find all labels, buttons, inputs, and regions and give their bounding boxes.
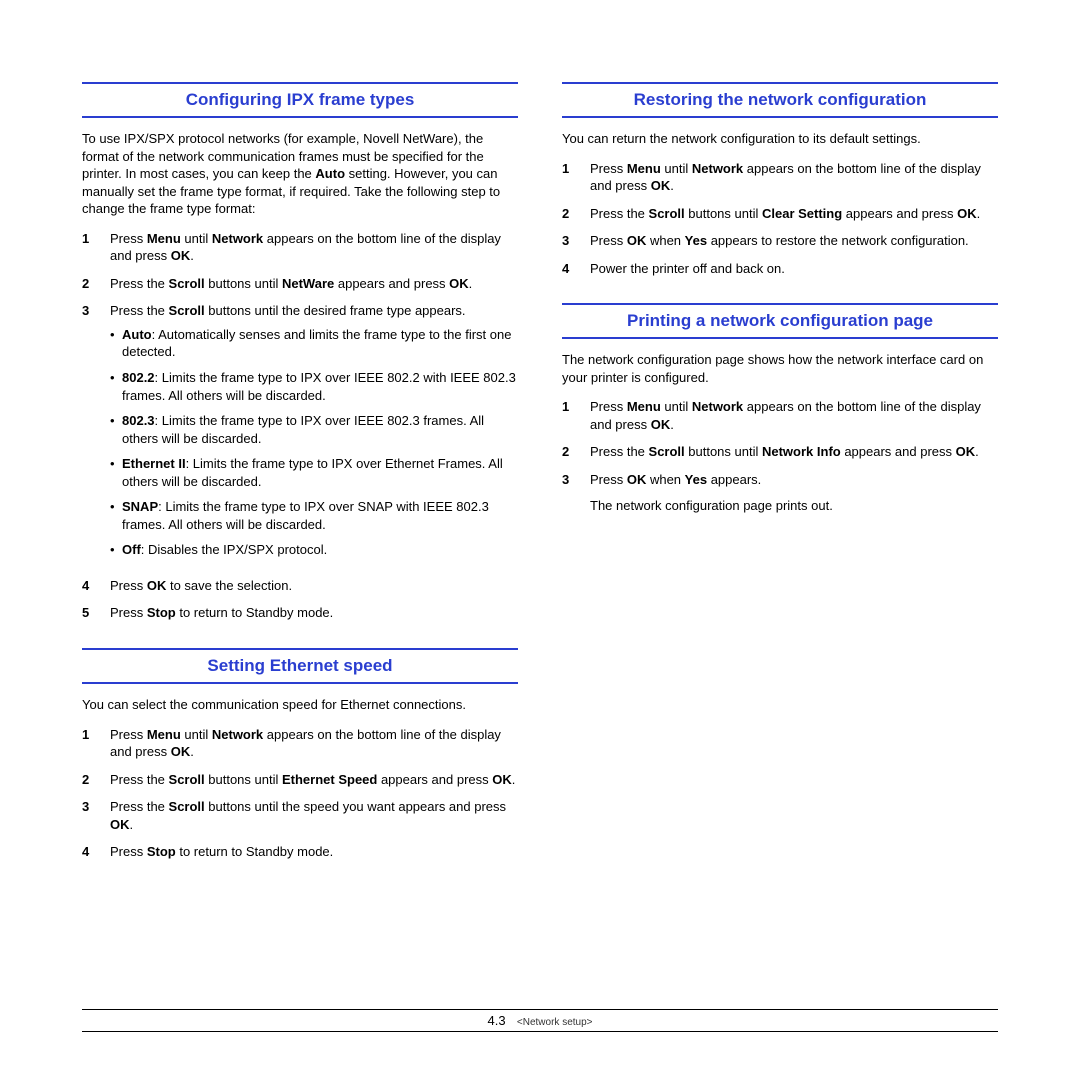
- list-item: •802.3: Limits the frame type to IPX ove…: [110, 412, 518, 447]
- steps-restore: 1Press Menu until Network appears on the…: [562, 160, 998, 278]
- page: Configuring IPX frame types To use IPX/S…: [82, 82, 998, 1022]
- heading-ipx: Configuring IPX frame types: [82, 82, 518, 118]
- steps-ethernet-speed: 1Press Menu until Network appears on the…: [82, 726, 518, 861]
- heading-ethernet-speed: Setting Ethernet speed: [82, 648, 518, 684]
- list-item: •Auto: Automatically senses and limits t…: [110, 326, 518, 361]
- list-item: 4Power the printer off and back on.: [562, 260, 998, 278]
- list-item: 1Press Menu until Network appears on the…: [562, 160, 998, 195]
- frame-type-bullets: •Auto: Automatically senses and limits t…: [110, 326, 518, 559]
- steps-ipx: 1 Press Menu until Network appears on th…: [82, 230, 518, 622]
- section-restore: Restoring the network configuration You …: [562, 82, 998, 277]
- list-item: 1 Press Menu until Network appears on th…: [82, 230, 518, 265]
- list-item: 2Press the Scroll buttons until Network …: [562, 443, 998, 461]
- left-column: Configuring IPX frame types To use IPX/S…: [82, 82, 518, 1022]
- chapter-label: <Network setup>: [517, 1017, 593, 1028]
- list-item: 3Press the Scroll buttons until the spee…: [82, 798, 518, 833]
- list-item: 4Press Stop to return to Standby mode.: [82, 843, 518, 861]
- section-ipx: Configuring IPX frame types To use IPX/S…: [82, 82, 518, 622]
- list-item: •Ethernet II: Limits the frame type to I…: [110, 455, 518, 490]
- list-item: 3 Press the Scroll buttons until the des…: [82, 302, 518, 567]
- heading-print-config: Printing a network configuration page: [562, 303, 998, 339]
- heading-restore: Restoring the network configuration: [562, 82, 998, 118]
- list-item: •Off: Disables the IPX/SPX protocol.: [110, 541, 518, 559]
- list-item: 5 Press Stop to return to Standby mode.: [82, 604, 518, 622]
- list-item: 3Press OK when Yes appears to restore th…: [562, 232, 998, 250]
- intro-print-config: The network configuration page shows how…: [562, 351, 998, 386]
- list-item: •SNAP: Limits the frame type to IPX over…: [110, 498, 518, 533]
- intro-ipx: To use IPX/SPX protocol networks (for ex…: [82, 130, 518, 218]
- page-number: 4.3: [487, 1013, 505, 1028]
- steps-print-config: 1Press Menu until Network appears on the…: [562, 398, 998, 514]
- list-item: 1Press Menu until Network appears on the…: [82, 726, 518, 761]
- list-item: 2Press the Scroll buttons until Ethernet…: [82, 771, 518, 789]
- list-item: •802.2: Limits the frame type to IPX ove…: [110, 369, 518, 404]
- right-column: Restoring the network configuration You …: [562, 82, 998, 1022]
- list-item: 2 Press the Scroll buttons until NetWare…: [82, 275, 518, 293]
- intro-ethernet-speed: You can select the communication speed f…: [82, 696, 518, 714]
- list-item: 1Press Menu until Network appears on the…: [562, 398, 998, 433]
- tail-note: The network configuration page prints ou…: [590, 497, 998, 515]
- page-footer: 4.3 <Network setup>: [82, 1009, 998, 1032]
- intro-restore: You can return the network configuration…: [562, 130, 998, 148]
- list-item: 3 Press OK when Yes appears. The network…: [562, 471, 998, 514]
- list-item: 2Press the Scroll buttons until Clear Se…: [562, 205, 998, 223]
- section-print-config: Printing a network configuration page Th…: [562, 303, 998, 514]
- section-ethernet-speed: Setting Ethernet speed You can select th…: [82, 648, 518, 861]
- list-item: 4 Press OK to save the selection.: [82, 577, 518, 595]
